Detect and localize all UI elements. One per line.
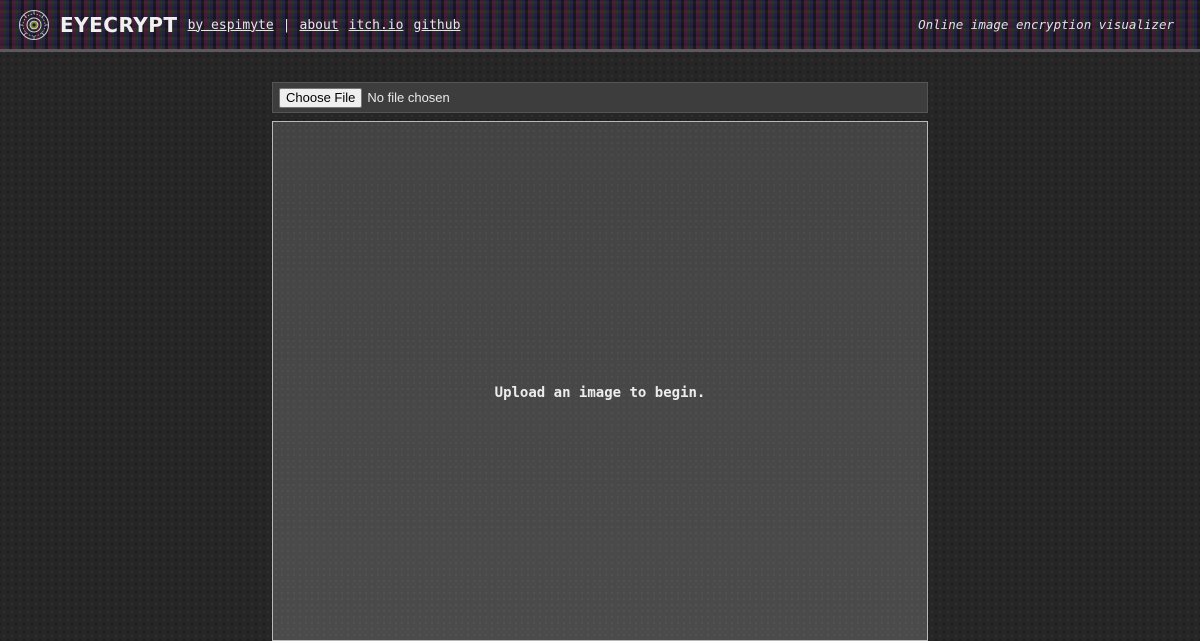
site-logo-text[interactable]: EYECRYPT <box>60 13 178 37</box>
site-header: EYECRYPT by espimyte | about itch.io git… <box>0 0 1200 52</box>
header-brand-nav: EYECRYPT by espimyte | about itch.io git… <box>18 8 460 42</box>
site-tagline: Online image encryption visualizer <box>918 17 1174 32</box>
file-status-text: No file chosen <box>367 90 450 105</box>
upload-placeholder-text: Upload an image to begin. <box>494 385 706 401</box>
eye-mandala-icon <box>19 10 49 40</box>
image-canvas[interactable]: Upload an image to begin. <box>272 121 928 641</box>
file-input-bar: Choose File No file chosen <box>272 82 928 113</box>
choose-file-button[interactable]: Choose File <box>279 87 363 108</box>
github-link[interactable]: github <box>413 18 460 33</box>
author-link[interactable]: by espimyte <box>188 18 274 33</box>
itch-link[interactable]: itch.io <box>349 18 404 33</box>
about-link[interactable]: about <box>300 18 339 33</box>
nav-separator: | <box>282 17 291 33</box>
